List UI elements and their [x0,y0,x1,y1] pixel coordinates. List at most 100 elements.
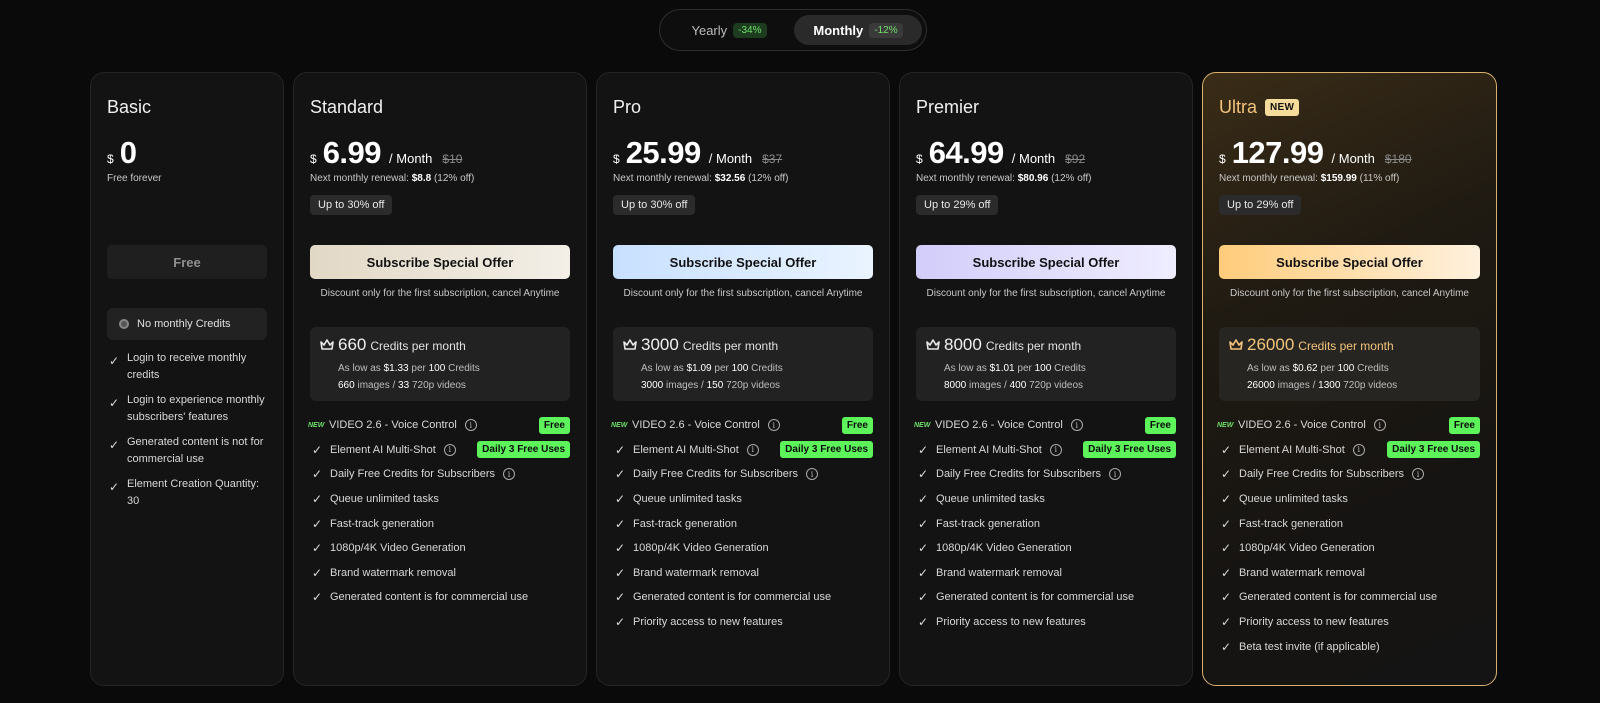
free-badge: Free [841,416,873,434]
price-amount: 127.99 [1231,135,1324,170]
credits-rate: As low as $1.33 per 100 Credits [338,363,480,374]
as-low-as-label: As low as [641,363,684,374]
renewal-info: Next monthly renewal: $32.56 (12% off) [613,173,788,184]
rate-credits-count: 100 [1034,363,1052,374]
info-icon[interactable]: i [1352,443,1365,456]
feature-text: 1080p/4K Video Generation [633,542,769,555]
price-amount: 25.99 [625,135,702,170]
free-plan-button[interactable]: Free [107,245,267,279]
renewal-discount: (12% off) [433,173,475,184]
check-icon: ✓ [614,442,626,457]
feature-text: Element Creation Quantity: 30 [127,478,260,507]
check-icon: ✓ [614,467,626,482]
crown-icon [623,339,637,350]
check-icon: ✓ [917,541,929,556]
credits-rate: As low as $0.62 per 100 Credits [1247,363,1389,374]
daily-uses-badge: Daily 3 Free Uses [780,441,873,459]
feature-text: Generated content is for commercial use [633,591,832,604]
price-amount: 64.99 [928,135,1005,170]
info-icon[interactable]: i [443,443,456,456]
feature-video: NEW VIDEO 2.6 - Voice Control i Free [1217,413,1480,438]
feature-text: Generated content is for commercial use [330,591,529,604]
info-icon[interactable]: i [503,468,516,481]
toggle-yearly[interactable]: Yearly -34% [668,15,790,45]
price-row: $ 6.99 / Month $10 [310,135,462,171]
check-icon: ✓ [1220,541,1232,556]
plan-card-pro: Pro $ 25.99 / Month $37 Next monthly ren… [596,72,890,686]
info-icon[interactable]: i [767,419,780,432]
subscribe-button[interactable]: Subscribe Special Offer [1219,245,1480,279]
credits-amount: 26000 [1247,335,1295,354]
check-icon: ✓ [311,590,323,605]
feature-item: ✓ 1080p/4K Video Generation [1219,536,1480,561]
renewal-amount: $159.99 [1320,173,1357,184]
feature-text: 1080p/4K Video Generation [330,542,466,555]
toggle-monthly[interactable]: Monthly -12% [794,15,922,45]
info-icon[interactable]: i [1109,468,1122,481]
feature-text: VIDEO 2.6 - Voice Control [632,419,760,432]
new-tag: NEW [1217,421,1234,429]
subscribe-button[interactable]: Subscribe Special Offer [613,245,873,279]
plan-name: Ultra NEW [1219,97,1300,118]
check-icon: ✓ [614,615,626,630]
rate-price: $1.33 [383,363,409,374]
images-label: images / [969,380,1007,391]
images-count: 8000 [944,380,967,391]
feature-multishot: ✓ Element AI Multi-Shot i Daily 3 Free U… [613,438,873,463]
subscribe-button[interactable]: Subscribe Special Offer [916,245,1176,279]
info-icon[interactable]: i [746,443,759,456]
feature-item: ✓ Fast-track generation [1219,511,1480,536]
per-label: per [411,363,426,374]
subscribe-button[interactable]: Subscribe Special Offer [310,245,570,279]
check-icon: ✓ [614,492,626,507]
discount-badge: Up to 30% off [613,195,696,215]
price-amount: 0 [119,135,137,170]
original-price: $92 [1065,152,1086,166]
check-icon: ✓ [311,492,323,507]
renewal-discount: (12% off) [1051,173,1092,184]
renewal-prefix: Next monthly renewal: [310,173,409,184]
renewal-info: Next monthly renewal: $159.99 (11% off) [1219,173,1399,184]
info-icon[interactable]: i [1070,419,1083,432]
info-icon[interactable]: i [1412,468,1425,481]
price-amount: 6.99 [322,135,382,170]
check-icon: ✓ [108,396,120,410]
info-icon[interactable]: i [464,419,477,432]
feature-text: Fast-track generation [330,517,434,530]
feature-text: 1080p/4K Video Generation [1239,542,1375,555]
check-icon: ✓ [108,438,120,452]
plan-card-standard: Standard $ 6.99 / Month $10 Next monthly… [293,72,587,686]
credits-line: 26000 Credits per month [1247,335,1394,355]
new-tag: NEW [611,421,628,429]
feature-item: ✓ Login to experience monthly subscribers… [107,392,267,426]
plan-card-basic: Basic $ 0 Free forever Free No monthly C… [90,72,284,686]
discount-badge: Up to 30% off [310,195,393,215]
original-price: $10 [442,152,463,166]
feature-item: ✓ 1080p/4K Video Generation [310,536,570,561]
currency-symbol: $ [916,152,923,166]
plan-name-text: Ultra [1219,97,1258,117]
check-icon: ✓ [108,354,120,368]
check-icon: ✓ [917,516,929,531]
feature-video: NEW VIDEO 2.6 - Voice Control i Free [611,413,873,438]
feature-item: ✓ Generated content is for commercial use [613,585,873,610]
feature-text: Beta test invite (if applicable) [1239,640,1380,653]
info-icon[interactable]: i [1373,419,1386,432]
feature-text: 1080p/4K Video Generation [936,542,1072,555]
renewal-info: Next monthly renewal: $8.8 (12% off) [310,173,474,184]
feature-text: Login to receive monthly credits [127,352,247,381]
feature-text: Priority access to new features [1239,616,1389,629]
credits-word: Credits [448,363,480,374]
plan-card-premier: Premier $ 64.99 / Month $92 Next monthly… [899,72,1193,686]
feature-text: Element AI Multi-Shot [1239,443,1345,456]
credits-line: 660 Credits per month [338,335,466,355]
credits-output: 26000 images / 1300 720p videos [1247,380,1397,391]
plan-name-text: Standard [310,97,384,117]
plan-name: Standard [310,97,383,118]
info-icon[interactable]: i [806,468,819,481]
rate-price: $0.62 [1292,363,1318,374]
feature-text: Queue unlimited tasks [936,493,1045,506]
renewal-discount: (12% off) [748,173,789,184]
subscribe-note: Discount only for the first subscription… [320,288,560,299]
info-icon[interactable]: i [1049,443,1062,456]
